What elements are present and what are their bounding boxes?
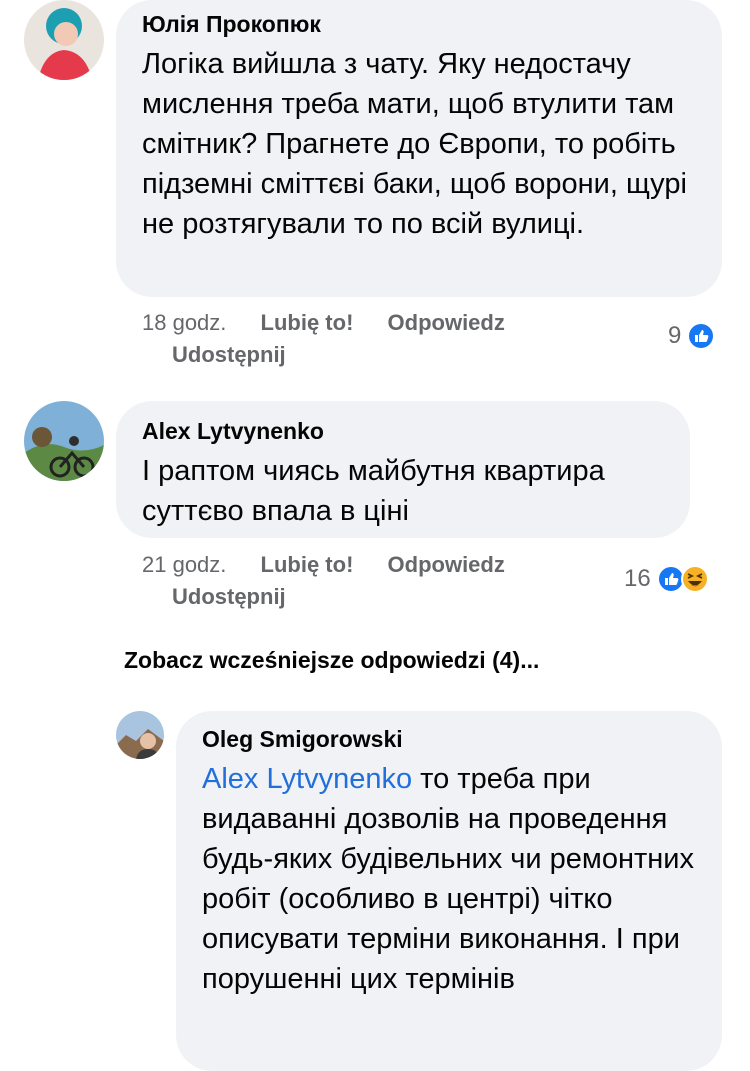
like-button[interactable]: Lubię to! [261,552,354,577]
reply-bubble: Oleg Smigorowski Alex Lytvynenko то треб… [176,711,722,1071]
share-button[interactable]: Udostępnij [172,342,286,367]
comment-timestamp[interactable]: 21 godz. [142,552,226,577]
comment-bubble: Юлія Прокопюк Логіка вийшла з чату. Яку … [116,0,722,297]
comment-text: Логіка вийшла з чату. Яку недостачу мисл… [142,48,687,240]
share-button[interactable]: Udostępnij [172,584,286,609]
reaction-summary[interactable]: 16 [624,565,709,593]
comment-timestamp[interactable]: 18 godz. [142,310,226,335]
comment-bubble: Alex Lytvynenko І раптом чиясь майбутня … [116,401,690,538]
profile-photo-icon [24,401,104,481]
reply-button[interactable]: Odpowiedz [388,310,505,335]
mention-link[interactable]: Alex Lytvynenko [202,763,412,795]
reaction-count: 16 [624,565,651,592]
comment-actions: 21 godz. Lubię to! Odpowiedz Udostępnij [142,549,602,613]
reply-body: то треба при видаванні дозволів на прове… [202,763,694,995]
avatar[interactable] [24,401,104,481]
view-more-replies-link[interactable]: Zobacz wcześniejsze odpowiedzi (4)... [124,647,539,674]
comment-author[interactable]: Юлія Прокопюк [142,10,698,38]
reply-author[interactable]: Oleg Smigorowski [202,725,698,753]
reaction-count: 9 [668,322,682,349]
reply-text: Alex Lytvynenko то треба при видаванні д… [202,759,698,999]
comment-text: І раптом чиясь майбутня квартира суттєво… [142,455,605,527]
like-button[interactable]: Lubię to! [261,310,354,335]
comment-author[interactable]: Alex Lytvynenko [142,417,666,445]
avatar[interactable] [24,0,104,80]
like-reaction-icon [687,322,716,350]
profile-photo-icon [116,711,164,759]
profile-photo-icon [24,0,104,80]
reaction-summary[interactable]: 9 [668,322,716,350]
haha-reaction-icon [680,565,709,593]
comment-actions: 18 godz. Lubię to! Odpowiedz Udostępnij [142,307,602,371]
avatar[interactable] [116,711,164,759]
reply-button[interactable]: Odpowiedz [388,552,505,577]
